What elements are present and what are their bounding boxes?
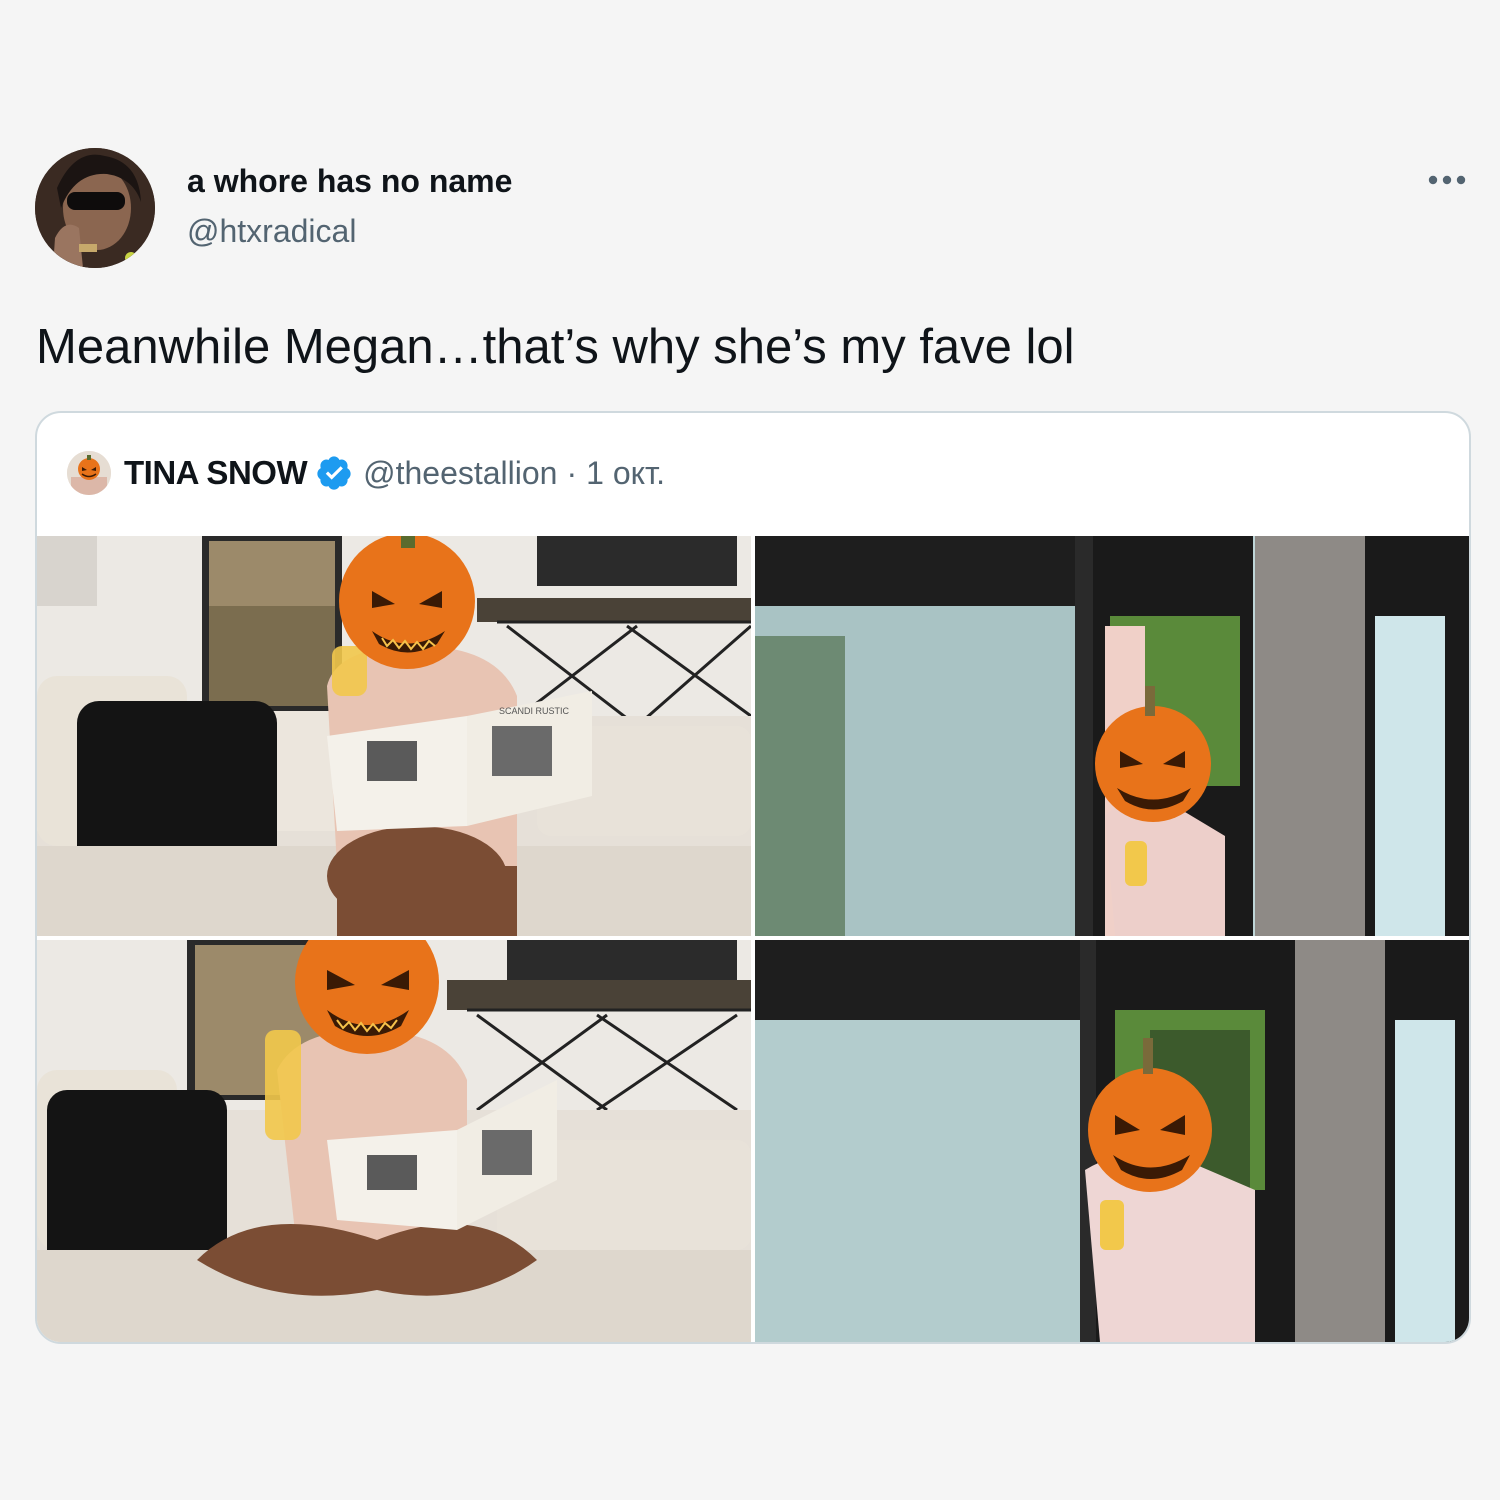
quoted-tweet-header: TINA SNOW @theestallion · 1 окт.: [67, 451, 665, 495]
photo-2-image: [755, 536, 1469, 936]
quoted-tweet-card[interactable]: TINA SNOW @theestallion · 1 окт. SCANDI …: [35, 411, 1471, 1344]
quoted-tweet-date[interactable]: 1 окт.: [586, 455, 665, 492]
quoted-avatar-image: [67, 451, 111, 495]
photo-1-image: SCANDI RUSTIC: [37, 536, 751, 936]
photo-1[interactable]: SCANDI RUSTIC: [37, 536, 751, 936]
media-grid: SCANDI RUSTIC: [37, 536, 1469, 1342]
verified-badge-icon: [317, 456, 351, 490]
photo-4[interactable]: [755, 940, 1469, 1342]
photo-4-image: [755, 940, 1469, 1342]
quoted-author-name[interactable]: TINA SNOW: [124, 454, 308, 492]
photo-3-image: [37, 940, 751, 1342]
author-name[interactable]: a whore has no name: [187, 163, 512, 200]
quoted-author-avatar[interactable]: [67, 451, 111, 495]
more-options-button[interactable]: [1422, 162, 1472, 198]
quoted-author-handle[interactable]: @theestallion: [363, 455, 557, 492]
photo-2[interactable]: [755, 536, 1469, 936]
author-avatar[interactable]: [35, 148, 155, 268]
photo-3[interactable]: [37, 940, 751, 1342]
avatar-image: [35, 148, 155, 268]
author-handle[interactable]: @htxradical: [187, 213, 356, 250]
more-horizontal-icon: [1428, 175, 1466, 185]
tweet-text: Meanwhile Megan…that’s why she’s my fave…: [36, 320, 1075, 374]
header-separator: ·: [566, 454, 578, 491]
book-title-label: SCANDI RUSTIC: [499, 706, 570, 716]
